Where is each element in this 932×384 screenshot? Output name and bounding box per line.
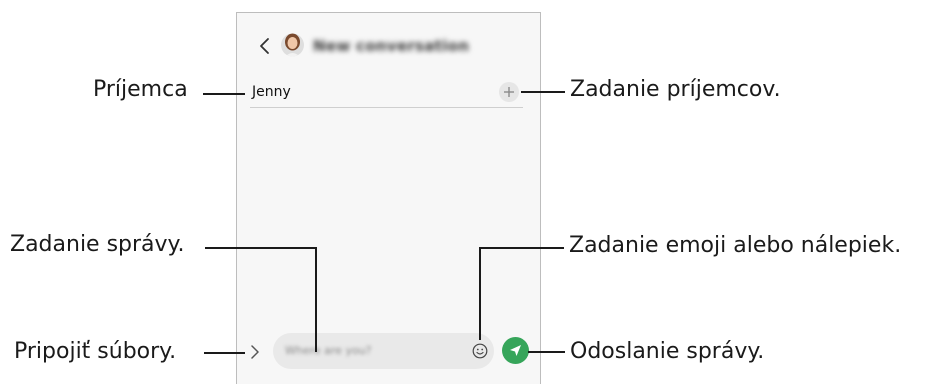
conversation-title: New conversation — [313, 37, 470, 55]
leader-line — [205, 247, 317, 249]
callout-emoji-stickers: Zadanie emoji alebo nálepiek. — [569, 233, 902, 258]
avatar[interactable] — [281, 32, 304, 58]
chevron-left-icon[interactable] — [258, 36, 272, 56]
leader-line — [528, 351, 565, 353]
chevron-right-icon[interactable] — [249, 344, 261, 360]
leader-line — [521, 91, 565, 93]
phone-screen — [236, 12, 541, 384]
leader-line — [479, 247, 481, 340]
callout-send-message: Odoslanie správy. — [570, 339, 765, 364]
callout-enter-message: Zadanie správy. — [10, 232, 185, 257]
callout-attach-files: Pripojiť súbory. — [14, 339, 177, 364]
message-placeholder: Where are you? — [285, 344, 372, 357]
plus-icon[interactable] — [499, 82, 519, 102]
leader-line — [203, 93, 245, 95]
leader-line — [204, 352, 245, 354]
callout-recipient: Príjemca — [93, 77, 188, 102]
smiley-icon[interactable] — [472, 343, 488, 359]
callout-enter-recipients: Zadanie príjemcov. — [570, 77, 781, 102]
leader-line — [315, 247, 317, 352]
recipient-divider — [250, 107, 523, 108]
send-arrow-icon — [510, 345, 521, 356]
recipient-name[interactable]: Jenny — [252, 84, 291, 100]
leader-line — [479, 247, 564, 249]
send-button[interactable] — [502, 337, 529, 364]
